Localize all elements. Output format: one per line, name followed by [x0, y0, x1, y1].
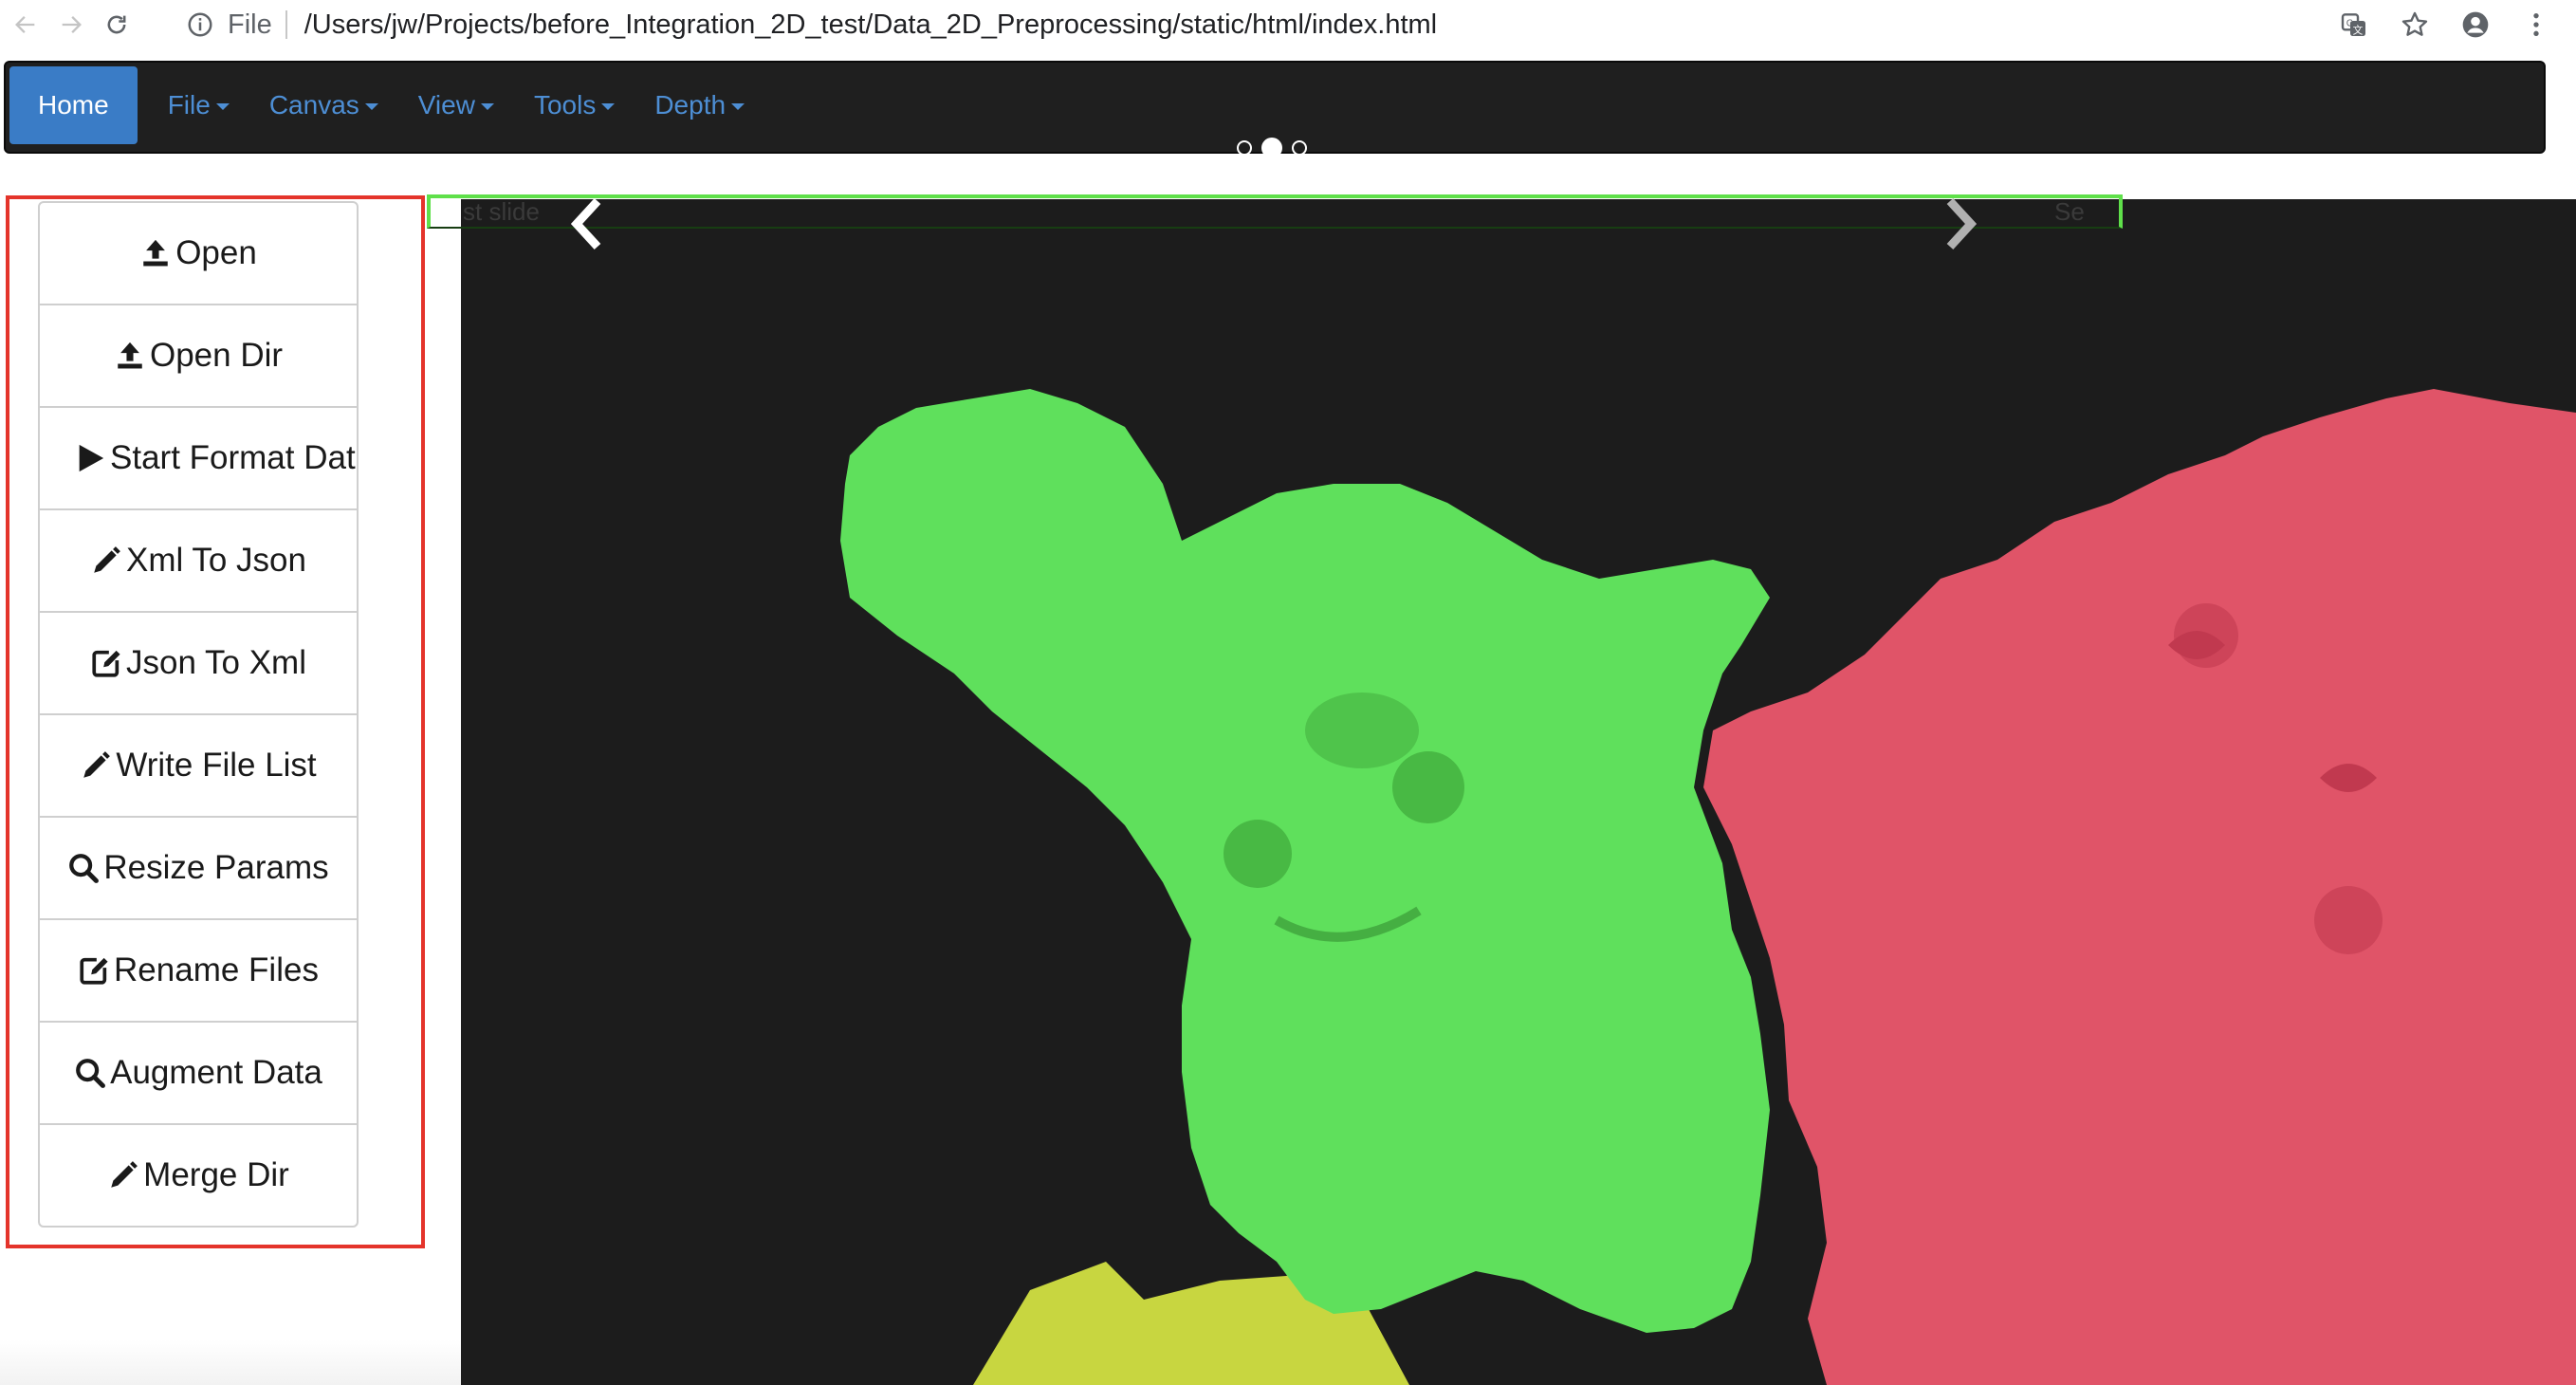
search-icon — [76, 1059, 106, 1088]
caret-down-icon — [480, 103, 494, 110]
open-button-label: Open — [175, 234, 257, 271]
segmentation-image — [840, 389, 2576, 1385]
address-bar[interactable]: File /Users/jw/Projects/before_Integrati… — [186, 9, 1437, 41]
translate-icon[interactable]: 文G — [2333, 4, 2375, 46]
open-dir-button-label: Open Dir — [149, 337, 284, 374]
nav-depth-menu[interactable]: Depth — [654, 66, 745, 144]
augment-data-button-label: Augment Data — [110, 1054, 322, 1091]
nav-view-menu[interactable]: View — [418, 66, 494, 144]
star-icon[interactable] — [2394, 4, 2436, 46]
green-mask-region — [840, 389, 1770, 1333]
json-to-xml-button-label: Json To Xml — [126, 644, 306, 681]
caret-down-icon — [215, 103, 230, 110]
reload-icon[interactable] — [97, 5, 137, 45]
carousel-next-slide-alt: Se — [2054, 197, 2085, 226]
svg-text:文: 文 — [2353, 24, 2364, 36]
nav-tools-menu[interactable]: Tools — [533, 66, 616, 144]
chevron-right-icon — [1946, 197, 1978, 250]
red-mask-region — [1703, 389, 2576, 1385]
rename-files-button[interactable]: Rename Files — [38, 918, 359, 1023]
augment-data-button[interactable]: Augment Data — [38, 1021, 359, 1125]
merge-dir-button-label: Merge Dir — [143, 1156, 289, 1193]
info-icon[interactable] — [186, 10, 214, 39]
carousel-caption-bar — [427, 194, 2123, 229]
xml-to-json-button-label: Xml To Json — [126, 542, 306, 579]
sidebar-bottom-fade — [0, 1339, 461, 1385]
svg-text:G: G — [2346, 18, 2353, 28]
carousel-prev-control[interactable] — [563, 195, 613, 252]
browser-toolbar: File /Users/jw/Projects/before_Integrati… — [0, 0, 2576, 49]
xml-to-json-button[interactable]: Xml To Json — [38, 508, 359, 613]
carousel-indicator[interactable] — [1237, 140, 1252, 156]
write-file-list-button[interactable]: Write File List — [38, 713, 359, 818]
pencil-icon — [111, 1161, 138, 1188]
nav-view-label: View — [417, 90, 475, 120]
open-button[interactable]: Open — [38, 201, 359, 305]
carousel-prev-slide-alt: st slide — [463, 197, 540, 226]
open-dir-button[interactable]: Open Dir — [38, 304, 359, 408]
carousel-indicators — [1237, 138, 1307, 158]
chevron-left-icon — [570, 197, 601, 250]
start-format-data-button-label: Start Format Dat — [110, 439, 356, 476]
json-to-xml-button[interactable]: Json To Xml — [38, 611, 359, 715]
rename-files-button-label: Rename Files — [114, 951, 319, 988]
address-separator — [285, 10, 287, 39]
back-arrow-icon[interactable] — [6, 5, 46, 45]
upload-icon — [143, 239, 168, 267]
write-file-list-button-label: Write File List — [116, 747, 317, 784]
pencil-icon — [94, 546, 120, 573]
nav-home[interactable]: Home — [9, 66, 138, 144]
carousel-indicator-active[interactable] — [1261, 138, 1282, 158]
nav-depth-label: Depth — [654, 90, 727, 120]
nav-file-menu[interactable]: File — [168, 66, 230, 144]
merge-dir-button[interactable]: Merge Dir — [38, 1123, 359, 1228]
pencil-icon — [83, 751, 111, 778]
edit-icon — [80, 957, 108, 985]
caret-down-icon — [601, 103, 616, 110]
nav-file-label: File — [167, 90, 211, 120]
upload-icon — [118, 342, 142, 369]
carousel-indicator[interactable] — [1292, 140, 1307, 156]
caret-down-icon — [364, 103, 378, 110]
app-navbar: Home File Canvas View Tools Depth — [4, 61, 2546, 158]
address-scheme: File — [228, 9, 272, 40]
nav-canvas-menu[interactable]: Canvas — [269, 66, 378, 144]
forward-arrow-icon[interactable] — [51, 5, 91, 45]
resize-params-button[interactable]: Resize Params — [38, 816, 359, 920]
sidebar-button-group: Open Open Dir Start Format Dat Xml To Js… — [38, 201, 359, 1245]
carousel-next-control[interactable] — [1935, 195, 1984, 252]
more-vert-icon[interactable] — [2515, 4, 2557, 46]
image-canvas[interactable] — [461, 199, 2576, 1385]
nav-canvas-label: Canvas — [268, 90, 359, 120]
address-url[interactable]: /Users/jw/Projects/before_Integration_2D… — [304, 9, 1437, 41]
play-icon — [79, 444, 104, 472]
nav-tools-label: Tools — [533, 90, 597, 120]
start-format-data-button[interactable]: Start Format Dat — [38, 406, 359, 510]
edit-icon — [92, 650, 120, 677]
search-icon — [69, 854, 100, 883]
caret-down-icon — [731, 103, 745, 110]
account-icon[interactable] — [2455, 4, 2496, 46]
resize-params-button-label: Resize Params — [103, 849, 329, 886]
